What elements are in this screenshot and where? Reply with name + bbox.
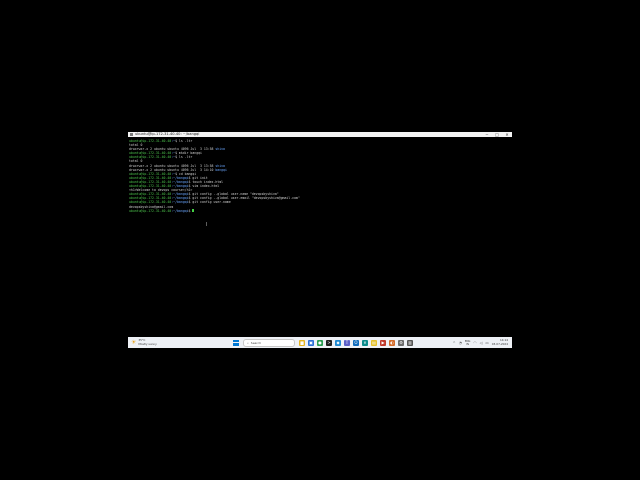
language-bottom: IN <box>466 342 469 346</box>
terminal-icon[interactable]: > <box>326 339 332 346</box>
volume-icon[interactable]: ◁ <box>480 341 483 345</box>
clock[interactable]: 14:14 03-07-2024 <box>491 339 508 346</box>
text-cursor <box>192 208 195 213</box>
search-placeholder: Search <box>250 340 262 345</box>
command-text: $ vim index.html <box>188 184 220 189</box>
directory-name: bangqi <box>215 167 227 172</box>
clock-date: 03-07-2024 <box>491 341 508 346</box>
settings-icon[interactable]: ⚙ <box>398 339 404 346</box>
taskbar-search[interactable]: ⌕ Search <box>243 338 295 347</box>
start-button[interactable] <box>233 339 239 346</box>
terminal-output[interactable]: ubuntu@ip-172-31-40-40:~$ ls -ltr total 0… <box>128 137 512 337</box>
terminal-lines: ubuntu@ip-172-31-40-40:~$ ls -ltr total 0… <box>129 139 300 213</box>
weather-widget[interactable]: ☀ 35°C Mostly sunny <box>131 338 157 346</box>
wifi-icon[interactable]: ◠ <box>473 341 476 345</box>
sun-icon: ☀ <box>131 338 137 346</box>
photos-icon[interactable]: ◐ <box>389 339 395 346</box>
taskbar: ☀ 35°C Mostly sunny ⌕ Search ▆ ▣ ● > ◆ T Oe ▤ ▶ ◐… <box>128 337 512 348</box>
store-icon[interactable]: ▣ <box>308 339 314 346</box>
language-indicator[interactable]: ENG IN <box>465 340 471 346</box>
directory-name: shiva <box>215 147 225 152</box>
command-text: $ ls -ltr <box>175 155 193 160</box>
command-text: $ ls -ltr <box>175 139 193 143</box>
chevron-up-icon[interactable]: ^ <box>453 341 456 345</box>
teams-icon[interactable]: T <box>344 339 350 346</box>
network-icon[interactable]: ◔ <box>459 341 462 345</box>
search-icon: ⌕ <box>247 340 249 345</box>
outlook-icon[interactable]: O <box>353 339 359 346</box>
media-icon[interactable]: ▶ <box>380 339 386 346</box>
prompt-path: :~/bangqi <box>171 200 189 205</box>
terminal-line: ubuntu@ip-172-31-40-40:~/bangqi$ <box>129 209 300 213</box>
terminal-app-icon <box>130 133 133 136</box>
prompt-path: :~/bangqi <box>171 208 189 213</box>
edge-icon[interactable]: e <box>362 339 368 346</box>
chrome-icon[interactable]: ● <box>317 339 323 346</box>
system-tray: ^ ◔ ENG IN ◠ ◁ ▭ 14:14 03-07-2024 <box>453 338 510 347</box>
prompt-user: ubuntu@ip-172-31-40-40 <box>129 208 172 213</box>
mouse-cursor-icon: I <box>206 222 208 228</box>
battery-icon[interactable]: ▭ <box>485 341 488 345</box>
notes-icon[interactable]: ▤ <box>371 339 377 346</box>
vscode-icon[interactable]: ◆ <box>335 339 341 346</box>
file-explorer-icon[interactable]: ▆ <box>299 339 305 346</box>
desktop-screen: ubuntu@ip-172-31-40-40: ~/bangqi ─ □ ✕ u… <box>128 132 512 348</box>
weather-desc: Mostly sunny <box>138 341 157 346</box>
command-text: $ git config user.name <box>188 200 231 205</box>
ssh-icon[interactable]: ▥ <box>407 339 413 346</box>
